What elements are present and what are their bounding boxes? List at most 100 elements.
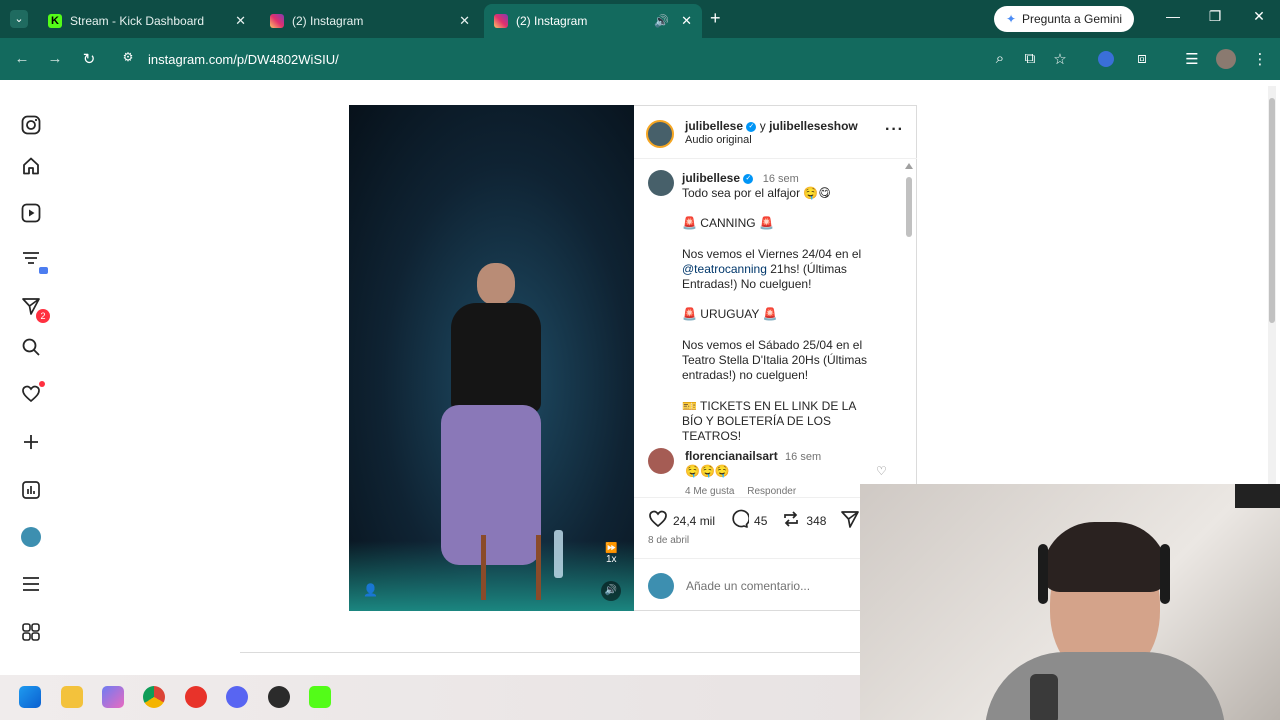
performer-shirt (451, 303, 541, 413)
verified-badge-icon: ✓ (746, 121, 757, 132)
site-info-icon[interactable]: ⚙ (118, 50, 138, 64)
headphones-right (1160, 544, 1170, 604)
restore-button[interactable]: ❐ (1205, 8, 1225, 25)
reposts-count[interactable]: 348 (806, 514, 826, 528)
menu-kebab-icon[interactable]: ⋮ (1250, 50, 1270, 68)
dashboard-icon[interactable] (18, 477, 44, 503)
home-icon[interactable] (18, 153, 44, 179)
likes-count[interactable]: 24,4 mil (673, 514, 715, 528)
also-from-meta-icon[interactable] (18, 619, 44, 645)
kick-icon: K (48, 14, 62, 28)
post-video[interactable]: 👤 ⏩ 1x 🔊 (349, 105, 634, 611)
new-tab-button[interactable]: + (710, 8, 721, 29)
notifications-heart-icon[interactable] (18, 381, 45, 407)
playback-speed-label: 1x (605, 554, 617, 565)
profile-icon[interactable] (18, 524, 44, 550)
post-date: 8 de abril (648, 535, 690, 546)
kick-icon[interactable] (309, 686, 331, 708)
share-button[interactable] (840, 509, 860, 532)
extension-icon[interactable] (1098, 51, 1114, 67)
app-icon[interactable] (102, 686, 124, 708)
caption-uruguay-heading: 🚨 URUGUAY 🚨 (682, 307, 778, 321)
comment-input[interactable]: Añade un comentario... (686, 573, 856, 599)
post-actions: 24,4 mil 45 348 (648, 509, 860, 532)
chrome-icon[interactable] (143, 686, 165, 708)
comment-text: 🤤🤤🤤 (685, 464, 730, 478)
playback-speed-button[interactable]: ⏩ 1x (605, 543, 617, 565)
commenter-username[interactable]: florencianailsart (685, 449, 778, 463)
search-icon[interactable] (18, 334, 44, 360)
notification-badge (39, 267, 48, 274)
scroll-up-arrow-icon[interactable] (905, 163, 913, 169)
messages-icon[interactable]: 2 (18, 293, 50, 323)
volume-icon[interactable]: 🔊 (601, 581, 621, 601)
forward-arrow-icon[interactable]: → (45, 50, 65, 67)
file-explorer-icon[interactable] (61, 686, 83, 708)
youtube-music-icon[interactable] (185, 686, 207, 708)
extensions-puzzle-icon[interactable]: ⧈ (1132, 50, 1152, 67)
more-menu-icon[interactable] (18, 571, 44, 597)
gemini-label: Pregunta a Gemini (1022, 12, 1123, 26)
close-icon[interactable]: ✕ (235, 13, 246, 29)
stool (481, 535, 541, 600)
commenter-avatar[interactable] (648, 448, 674, 474)
page-scrollbar-thumb[interactable] (1269, 98, 1275, 323)
reels-icon[interactable] (18, 200, 44, 226)
url-input[interactable]: instagram.com/p/DW4802WiSIU/ (148, 45, 1018, 73)
mention-link[interactable]: @teatrocanning (682, 262, 767, 276)
audio-label[interactable]: Audio original (685, 134, 752, 146)
comments-count[interactable]: 45 (754, 514, 767, 528)
caption-author[interactable]: julibellese (682, 171, 740, 185)
install-app-icon[interactable]: ⧉ (1020, 50, 1040, 67)
back-arrow-icon[interactable]: ← (12, 50, 32, 67)
composer-divider (634, 558, 860, 559)
bookmark-star-icon[interactable]: ☆ (1050, 50, 1070, 68)
headphones-left (1038, 544, 1048, 604)
coauthor-username[interactable]: julibelleseshow (769, 119, 858, 133)
comment-like-heart-icon[interactable]: ♡ (876, 464, 887, 478)
windows-start-icon[interactable] (19, 686, 41, 708)
viewer-avatar (648, 573, 674, 599)
tab-kick-dashboard[interactable]: K Stream - Kick Dashboard ✕ (38, 4, 256, 38)
windows-taskbar (0, 675, 860, 720)
reload-icon[interactable]: ↻ (79, 50, 99, 68)
comments-scrollbar[interactable] (905, 163, 913, 493)
zoom-icon[interactable]: ⌕ (990, 50, 1010, 67)
tab-instagram-1[interactable]: (2) Instagram ✕ (260, 4, 480, 38)
create-plus-icon[interactable] (18, 429, 44, 455)
caption-header: julibellese ✓ 16 sem (682, 171, 799, 185)
comments-scrollbar-thumb[interactable] (906, 177, 912, 237)
close-icon[interactable]: ✕ (459, 13, 470, 29)
minimize-button[interactable]: — (1163, 8, 1183, 24)
gemini-button[interactable]: ✦ Pregunta a Gemini (994, 6, 1134, 32)
comment-likes[interactable]: 4 Me gusta (685, 486, 734, 497)
comment-button[interactable] (729, 509, 751, 532)
microphone (1030, 674, 1058, 720)
user-tag-icon[interactable]: 👤 (363, 583, 378, 597)
caption-author-avatar[interactable] (648, 170, 674, 196)
media-control-icon[interactable]: ☰ (1182, 50, 1202, 68)
filter-icon[interactable] (18, 246, 48, 274)
close-window-button[interactable]: ✕ (1249, 8, 1269, 25)
reply-button[interactable]: Responder (747, 486, 796, 497)
author-username[interactable]: julibellese (685, 119, 743, 133)
instagram-logo-icon[interactable] (18, 112, 44, 138)
background-shelf (1235, 484, 1280, 508)
repost-button[interactable] (781, 509, 801, 532)
comment-header: florencianailsart 16 sem (685, 449, 821, 463)
instagram-icon (494, 14, 508, 28)
author-avatar[interactable] (646, 120, 674, 148)
like-button[interactable] (648, 509, 668, 532)
tab-title: (2) Instagram (516, 14, 588, 28)
caption-tickets: 🎫 TICKETS EN EL LINK DE LA BÍO Y BOLETER… (682, 399, 856, 443)
profile-avatar[interactable] (1216, 49, 1236, 69)
post-options-icon[interactable]: ··· (885, 121, 904, 139)
url-text: instagram.com/p/DW4802WiSIU/ (148, 51, 339, 67)
tab-search-icon[interactable]: ⌄ (10, 10, 28, 28)
obs-icon[interactable] (268, 686, 290, 708)
close-icon[interactable]: ✕ (681, 13, 692, 29)
tab-instagram-2[interactable]: (2) Instagram 🔊 ✕ (484, 4, 702, 38)
discord-icon[interactable] (226, 686, 248, 708)
tab-title: (2) Instagram (292, 14, 364, 28)
speaker-icon[interactable]: 🔊 (654, 14, 669, 28)
